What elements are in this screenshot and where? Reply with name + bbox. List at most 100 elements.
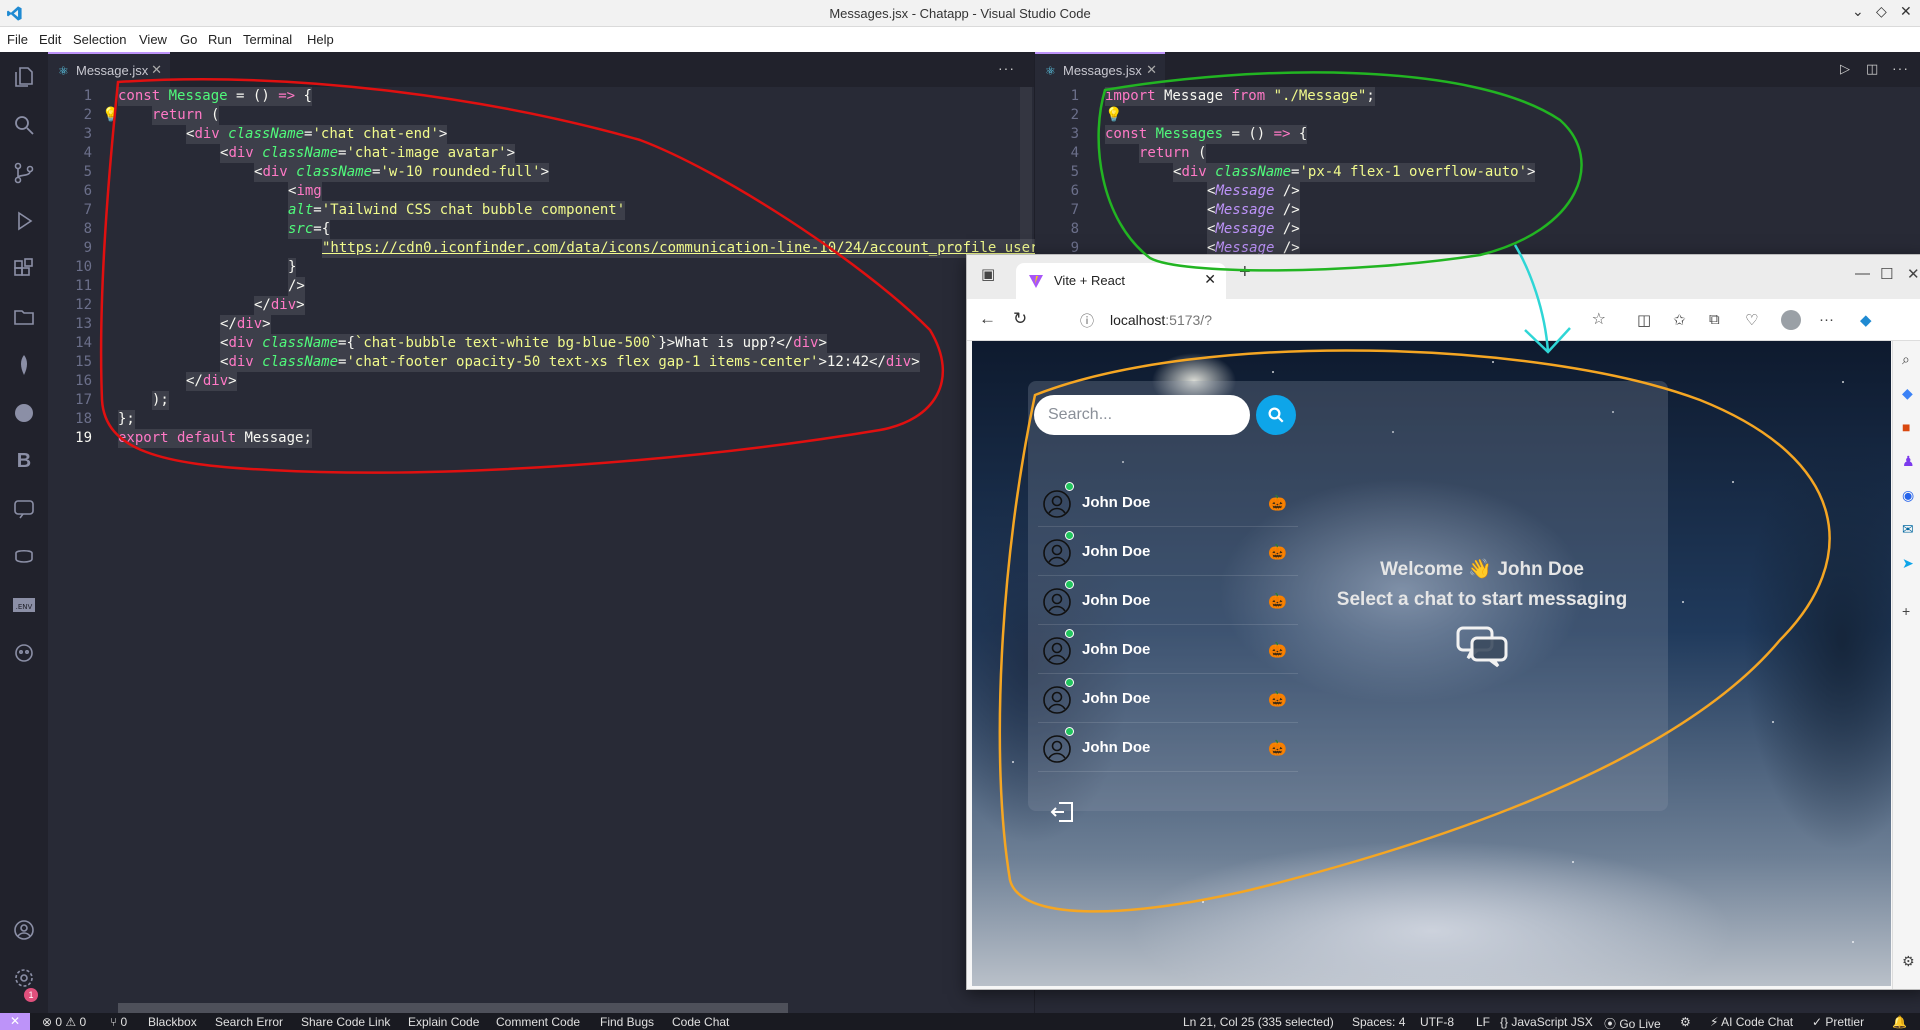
horizontal-scrollbar[interactable]	[118, 1003, 788, 1013]
problems-indicator[interactable]: ⊗ 0 ⚠ 0	[42, 1015, 86, 1029]
graph-icon[interactable]	[9, 398, 39, 428]
outlook-icon[interactable]: ✉	[1902, 521, 1914, 538]
notifications-bell-icon[interactable]: 🔔	[1892, 1015, 1907, 1029]
code-editor[interactable]: 1 const Message = () => { 2 💡 return ( 3 <di…	[48, 87, 1039, 1013]
status-share-code-link[interactable]: Share Code Link	[301, 1015, 390, 1029]
menu-help[interactable]: Help	[307, 32, 334, 47]
account-icon[interactable]	[9, 915, 39, 945]
env-icon[interactable]: .ENV	[9, 590, 39, 620]
menu-terminal[interactable]: Terminal	[243, 32, 292, 47]
line-ending[interactable]: LF	[1476, 1015, 1490, 1029]
collections-icon[interactable]: ⧉	[1709, 311, 1720, 328]
blackbox-icon[interactable]: B	[9, 446, 39, 476]
lightbulb-icon[interactable]: 💡	[102, 106, 119, 125]
profile-avatar[interactable]	[1781, 310, 1801, 330]
tab-actions-icon[interactable]: ▣	[981, 265, 995, 283]
games-icon[interactable]: ♟	[1902, 453, 1915, 470]
status-find-bugs[interactable]: Find Bugs	[600, 1015, 654, 1029]
source-control-icon[interactable]	[9, 158, 39, 188]
close-window-icon[interactable]: ✕	[1907, 265, 1920, 283]
close-tab-icon[interactable]: ✕	[1204, 271, 1216, 288]
run-file-icon[interactable]: ▷	[1840, 61, 1850, 77]
status-code-chat[interactable]: Code Chat	[672, 1015, 729, 1029]
search-icon[interactable]	[9, 110, 39, 140]
conversation-item[interactable]: John Doe 🎃	[1038, 626, 1298, 674]
back-icon[interactable]: ←	[979, 309, 996, 329]
bot-icon[interactable]	[9, 638, 39, 668]
close-window-icon[interactable]: ✕	[1900, 3, 1912, 20]
sidebar-settings-icon[interactable]: ⚙	[1902, 953, 1915, 970]
conversation-item[interactable]: John Doe 🎃	[1038, 577, 1298, 625]
tab-messages-jsx[interactable]: ⚛ Messages.jsx ✕	[1035, 52, 1165, 87]
browser-essentials-icon[interactable]: ♡	[1745, 311, 1758, 329]
add-icon[interactable]: +	[1902, 603, 1910, 619]
cursor-position[interactable]: Ln 21, Col 25 (335 selected)	[1183, 1015, 1334, 1029]
maximize-icon[interactable]: ☐	[1880, 265, 1893, 283]
url-field[interactable]: ⓘ localhost:5173/? ☆	[1070, 305, 1610, 335]
ai-code-chat[interactable]: ⚡ AI Code Chat	[1710, 1015, 1793, 1029]
refresh-icon[interactable]: ↻	[1013, 309, 1027, 329]
line-number: 15	[75, 354, 92, 370]
more-actions-icon[interactable]: ···	[1892, 60, 1909, 76]
split-editor-icon[interactable]: ◫	[1866, 61, 1878, 77]
prettier-status[interactable]: ✓ Prettier	[1812, 1015, 1864, 1029]
indentation[interactable]: Spaces: 4	[1352, 1015, 1405, 1029]
chat-icon[interactable]	[9, 494, 39, 524]
office-icon[interactable]: ◉	[1902, 487, 1914, 504]
menu-go[interactable]: Go	[180, 32, 197, 47]
encoding[interactable]: UTF-8	[1420, 1015, 1454, 1029]
line-number: 2	[1070, 107, 1079, 123]
new-tab-icon[interactable]: +	[1239, 261, 1251, 284]
ports-indicator[interactable]: ⑂ 0	[110, 1015, 127, 1029]
menu-selection[interactable]: Selection	[73, 32, 126, 47]
search-button[interactable]	[1256, 395, 1296, 435]
tab-strip: ⚛ Messages.jsx ✕ ▷ ◫ ···	[1035, 52, 1920, 87]
logout-icon[interactable]	[1050, 801, 1074, 823]
run-debug-icon[interactable]	[9, 206, 39, 236]
settings-more-icon[interactable]: ···	[1819, 311, 1834, 328]
search-icon[interactable]: ⌕	[1902, 351, 1910, 368]
favorites-icon[interactable]: ✩	[1673, 311, 1686, 329]
extensions-icon[interactable]	[9, 254, 39, 284]
menu-file[interactable]: File	[7, 32, 28, 47]
status-blackbox[interactable]: Blackbox	[148, 1015, 197, 1029]
conversation-item[interactable]: John Doe 🎃	[1038, 724, 1298, 772]
favorite-star-icon[interactable]: ☆	[1592, 309, 1606, 329]
status-search-error[interactable]: Search Error	[215, 1015, 283, 1029]
code-line: "https://cdn0.iconfinder.com/data/icons/…	[322, 239, 1039, 258]
send-icon[interactable]: ➤	[1902, 555, 1914, 572]
split-screen-icon[interactable]: ◫	[1637, 311, 1651, 329]
files-icon[interactable]	[9, 62, 39, 92]
online-indicator	[1065, 580, 1074, 589]
status-explain-code[interactable]: Explain Code	[408, 1015, 479, 1029]
search-input[interactable]	[1034, 395, 1250, 435]
menu-run[interactable]: Run	[208, 32, 232, 47]
site-info-icon[interactable]: ⓘ	[1080, 311, 1094, 331]
tab-message-jsx[interactable]: ⚛ Message.jsx ✕	[48, 52, 170, 87]
conversation-item[interactable]: John Doe 🎃	[1038, 675, 1298, 723]
maximize-icon[interactable]: ◇	[1876, 3, 1887, 20]
settings-badge: 1	[24, 988, 38, 1002]
status-extension-icon[interactable]: ⚙	[1680, 1015, 1691, 1029]
close-icon[interactable]: ✕	[1146, 62, 1157, 78]
status-comment-code[interactable]: Comment Code	[496, 1015, 580, 1029]
browser-tab-vite-react[interactable]: Vite + React ✕	[1016, 263, 1226, 299]
conversation-item[interactable]: John Doe 🎃	[1038, 479, 1298, 527]
copilot-icon[interactable]: ◆	[1860, 311, 1872, 329]
leaf-icon[interactable]	[9, 350, 39, 380]
go-live-button[interactable]: ⦿ Go Live	[1604, 1015, 1661, 1030]
conversation-item[interactable]: John Doe 🎃	[1038, 528, 1298, 576]
minimize-icon[interactable]: ⌄	[1852, 3, 1864, 20]
language-mode[interactable]: {} JavaScript JSX	[1500, 1015, 1593, 1029]
more-actions-icon[interactable]: ···	[998, 60, 1015, 76]
tools-icon[interactable]: ■	[1902, 419, 1910, 435]
remote-indicator-icon[interactable]: ✕	[0, 1013, 30, 1030]
copilot-icon[interactable]	[9, 542, 39, 572]
folder-icon[interactable]	[9, 302, 39, 332]
menu-view[interactable]: View	[139, 32, 167, 47]
shopping-icon[interactable]: ◆	[1902, 385, 1913, 402]
lightbulb-icon[interactable]: 💡	[1105, 106, 1122, 125]
close-icon[interactable]: ✕	[151, 62, 162, 78]
minimize-icon[interactable]: —	[1855, 265, 1870, 282]
menu-edit[interactable]: Edit	[39, 32, 61, 47]
